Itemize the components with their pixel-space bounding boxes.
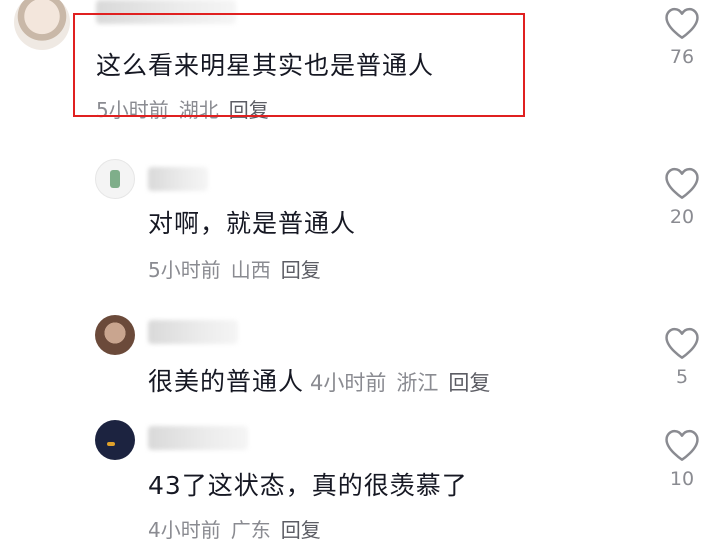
comment-time: 4小时前 bbox=[148, 518, 221, 542]
avatar[interactable] bbox=[95, 315, 135, 355]
comment-location: 山西 bbox=[230, 258, 271, 282]
comment-body: 很美的普通人 bbox=[148, 367, 305, 396]
comment-time: 5小时前 bbox=[148, 258, 221, 282]
like-count: 20 bbox=[669, 206, 695, 228]
like-button[interactable]: 76 bbox=[660, 6, 704, 68]
like-button[interactable]: 5 bbox=[660, 326, 704, 388]
comment-text: 43了这状态，真的很羡慕了 bbox=[148, 471, 468, 500]
like-count: 76 bbox=[669, 46, 695, 68]
comment-location: 浙江 bbox=[396, 371, 439, 395]
avatar[interactable] bbox=[95, 159, 135, 199]
username-blurred[interactable] bbox=[148, 426, 248, 450]
comment-text: 很美的普通人 4小时前 浙江 回复 bbox=[148, 362, 500, 398]
reply-button[interactable]: 回复 bbox=[448, 371, 490, 395]
username-blurred[interactable] bbox=[148, 320, 238, 344]
like-count: 10 bbox=[669, 468, 695, 490]
like-button[interactable]: 10 bbox=[660, 428, 704, 490]
username-blurred[interactable] bbox=[148, 167, 208, 191]
comment-item: 43了这状态，真的很羡慕了 4小时前 广东 回复 10 bbox=[0, 416, 726, 544]
comment-meta: 4小时前 浙江 回复 bbox=[310, 371, 500, 395]
comment-item: 对啊，就是普通人 5小时前 山西 回复 20 bbox=[0, 150, 726, 290]
like-count: 5 bbox=[675, 366, 689, 388]
heart-outline-icon bbox=[665, 167, 699, 199]
comment-location: 广东 bbox=[230, 518, 271, 542]
comment-meta: 4小时前 广东 回复 bbox=[148, 514, 331, 543]
heart-outline-icon bbox=[665, 429, 699, 461]
avatar[interactable] bbox=[14, 0, 70, 50]
heart-outline-icon bbox=[665, 327, 699, 359]
highlight-box bbox=[73, 13, 525, 117]
comment-time: 4小时前 bbox=[310, 371, 387, 395]
like-button[interactable]: 20 bbox=[660, 166, 704, 228]
comment-meta: 5小时前 山西 回复 bbox=[148, 254, 331, 283]
heart-outline-icon bbox=[665, 7, 699, 39]
reply-button[interactable]: 回复 bbox=[281, 518, 321, 542]
comment-item: 很美的普通人 4小时前 浙江 回复 5 bbox=[0, 312, 726, 412]
reply-button[interactable]: 回复 bbox=[281, 258, 321, 282]
comment-text: 对啊，就是普通人 bbox=[148, 209, 357, 238]
avatar[interactable] bbox=[95, 420, 135, 460]
